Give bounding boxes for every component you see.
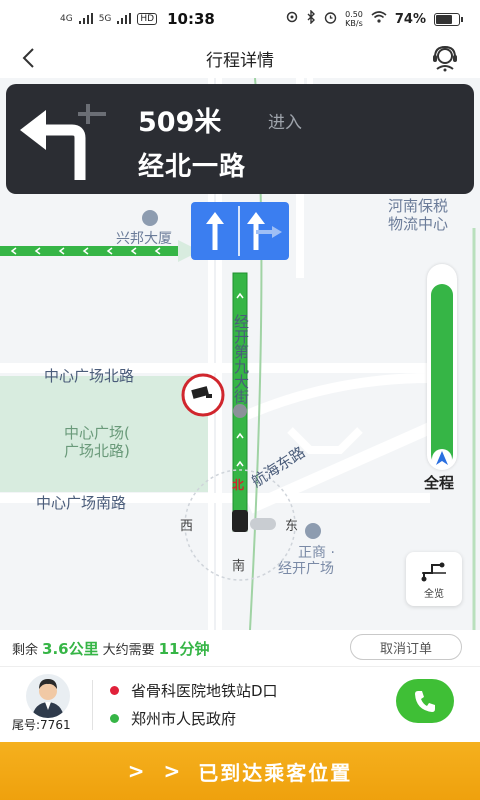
straight-right-lane-icon	[247, 212, 282, 250]
compass-north-label: 北	[232, 478, 245, 492]
maneuver-action: 进入	[268, 113, 302, 133]
destination-dot-icon	[110, 714, 119, 723]
battery-percent: 74%	[394, 11, 426, 27]
network-speed: 0.50 KB/s	[345, 10, 363, 28]
wifi-icon	[371, 11, 387, 27]
map-label-building: 兴邦大厦	[116, 231, 172, 247]
map-label-road: 中心广场南路	[36, 494, 127, 512]
trip-panel: 剩余 3.6公里 大约需要 11分钟 取消订单 尾号:7761 省骨科医院地铁站…	[0, 630, 480, 740]
network-4g-indicator: 4G	[60, 14, 73, 24]
map-label-road: 中心广场北路	[44, 367, 135, 385]
map-label-poi: 物流中心	[388, 215, 449, 233]
network-speed-unit: KB/s	[345, 19, 363, 28]
eta-label: 大约需要	[102, 643, 155, 658]
status-bar: 4G 5G HD 10:38 0.50 KB/s 74%	[0, 0, 480, 38]
battery-icon	[434, 12, 463, 26]
turn-left-icon	[20, 104, 106, 180]
full-view-label: 全览	[424, 588, 444, 600]
map-label-park: 广场北路)	[64, 442, 130, 460]
hd-voice-badge: HD	[137, 13, 158, 25]
chevron-right-icon: > >	[127, 759, 187, 783]
eta-value: 11分钟	[158, 640, 210, 658]
map-label-road: 经开第九大街	[232, 314, 250, 404]
location-icon	[286, 11, 298, 27]
bluetooth-icon	[306, 9, 316, 28]
compass-east-label: 东	[285, 519, 299, 534]
chevron-left-icon	[22, 48, 34, 68]
clock: 10:38	[167, 10, 215, 28]
network-5g-indicator: 5G	[98, 14, 112, 24]
back-button[interactable]	[14, 44, 42, 72]
call-passenger-button[interactable]	[396, 679, 454, 723]
map-label-poi: 经开广场	[278, 561, 334, 577]
remaining-label: 剩余	[12, 643, 39, 658]
route-progress-fill	[431, 284, 453, 466]
remaining-distance: 3.6公里	[42, 640, 99, 658]
lane-guidance	[191, 202, 289, 260]
maneuver-distance: 509米	[138, 107, 222, 138]
passenger-avatar	[26, 674, 70, 718]
signal-icon	[117, 10, 132, 28]
customer-service-icon	[433, 45, 457, 72]
cancel-order-button[interactable]: 取消订单	[350, 634, 462, 660]
customer-service-button[interactable]	[430, 43, 460, 73]
network-speed-value: 0.50	[345, 10, 363, 19]
divider	[92, 680, 93, 730]
maneuver-banner: 509米 进入 经北一路	[6, 84, 474, 194]
destination-address: 郑州市人民政府	[131, 710, 237, 728]
page-header: 行程详情	[0, 38, 480, 78]
signal-icon	[78, 10, 93, 28]
pickup-dot-icon	[110, 686, 119, 695]
arrived-at-passenger-button[interactable]: > > 已到达乘客位置	[0, 742, 480, 800]
route-overview-label: 全程	[424, 474, 455, 492]
page-title: 行程详情	[206, 50, 274, 71]
compass-west-label: 西	[180, 519, 194, 534]
arrived-label: 已到达乘客位置	[198, 760, 353, 785]
phone-icon	[415, 691, 435, 712]
person-icon	[32, 679, 64, 718]
pickup-address: 省骨科医院地铁站D口	[131, 682, 278, 700]
passenger-phone-tail: 尾号:7761	[12, 718, 71, 732]
trip-summary: 剩余 3.6公里 大约需要 11分钟	[12, 638, 209, 659]
navigation-map[interactable]: 兴邦大厦 河南保税 物流中心 经开第九大街 中心广场北路 中心广场( 广场北路)…	[0, 78, 480, 630]
battery-level	[436, 14, 452, 24]
current-position-icon	[432, 449, 452, 469]
straight-lane-icon	[206, 206, 240, 256]
pickup-location: 省骨科医院地铁站D口	[110, 680, 278, 701]
full-view-button[interactable]: 全览	[406, 552, 462, 606]
compass-south-label: 南	[232, 559, 246, 574]
alarm-icon	[324, 11, 337, 28]
maneuver-road: 经北一路	[138, 152, 247, 182]
route-overview-icon	[421, 562, 446, 581]
route-progress-bar	[427, 264, 457, 470]
destination-location: 郑州市人民政府	[110, 708, 236, 729]
divider	[0, 666, 480, 667]
